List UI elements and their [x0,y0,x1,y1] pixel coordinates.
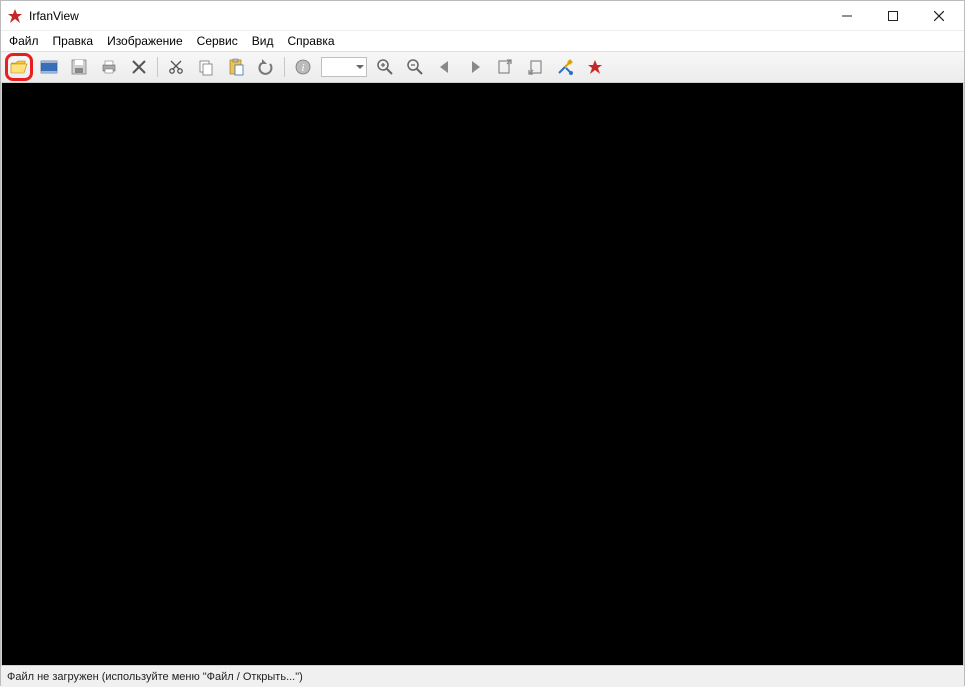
delete-button[interactable] [127,55,151,79]
cut-button[interactable] [164,55,188,79]
info-button[interactable]: i [291,55,315,79]
toolbar: i [1,51,964,83]
status-text: Файл не загружен (используйте меню "Файл… [7,671,303,683]
menu-bar: Файл Правка Изображение Сервис Вид Справ… [1,31,964,51]
prev-dir-button[interactable] [493,55,517,79]
save-button[interactable] [67,55,91,79]
menu-service[interactable]: Сервис [197,34,238,48]
minimize-button[interactable] [824,1,870,30]
title-bar: IrfanView [1,1,964,31]
slideshow-button[interactable] [37,55,61,79]
window-controls [824,1,962,30]
zoom-out-button[interactable] [403,55,427,79]
next-button[interactable] [463,55,487,79]
copy-button[interactable] [194,55,218,79]
next-dir-button[interactable] [523,55,547,79]
menu-help[interactable]: Справка [287,34,334,48]
zoom-select[interactable] [321,57,367,77]
settings-button[interactable] [553,55,577,79]
separator [284,57,285,77]
paste-button[interactable] [224,55,248,79]
menu-file[interactable]: Файл [9,34,39,48]
open-button[interactable] [7,55,31,79]
zoom-in-button[interactable] [373,55,397,79]
print-button[interactable] [97,55,121,79]
menu-image[interactable]: Изображение [107,34,183,48]
about-button[interactable] [583,55,607,79]
separator [157,57,158,77]
menu-edit[interactable]: Правка [53,34,94,48]
image-viewport [1,83,964,665]
maximize-button[interactable] [870,1,916,30]
app-icon [7,8,23,24]
window-title: IrfanView [29,9,79,23]
status-bar: Файл не загружен (используйте меню "Файл… [1,665,964,687]
undo-button[interactable] [254,55,278,79]
menu-view[interactable]: Вид [252,34,274,48]
close-button[interactable] [916,1,962,30]
svg-text:i: i [301,62,304,74]
prev-button[interactable] [433,55,457,79]
